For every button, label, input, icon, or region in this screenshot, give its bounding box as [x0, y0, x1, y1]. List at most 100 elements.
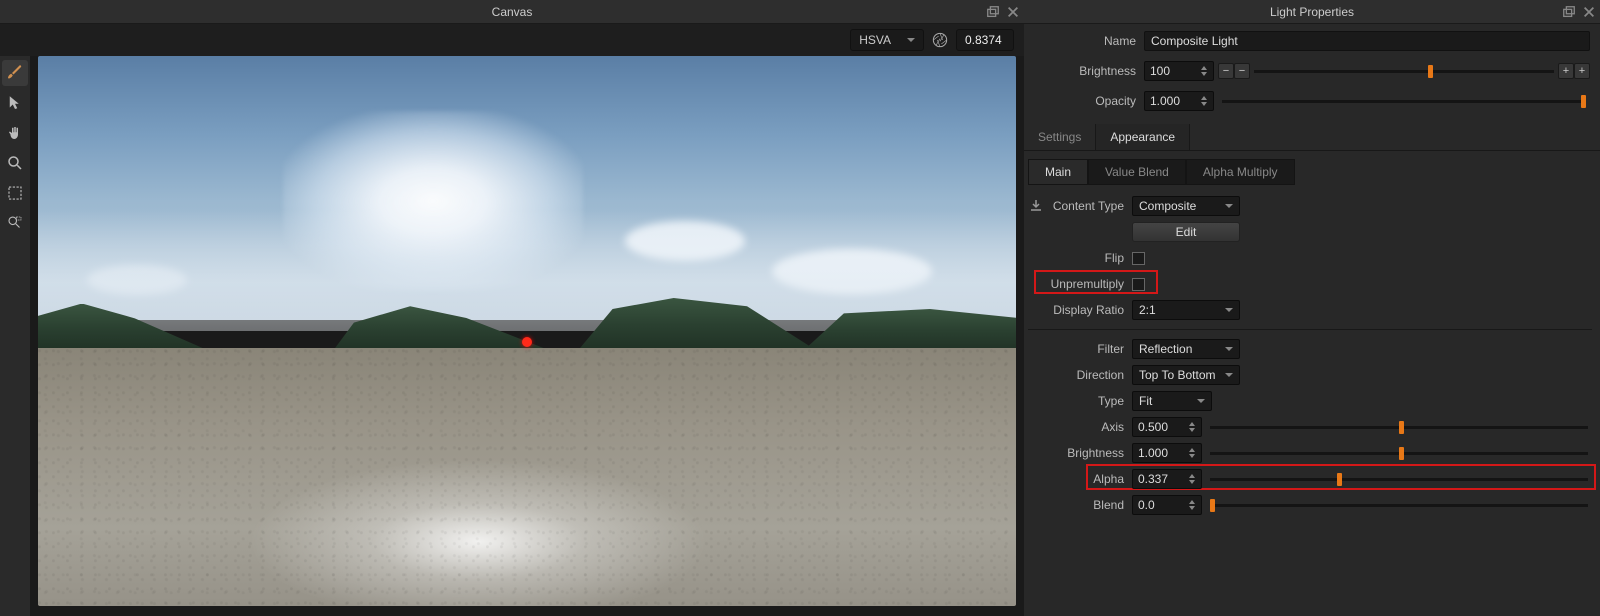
tab-settings[interactable]: Settings — [1024, 124, 1096, 150]
alpha-slider[interactable] — [1210, 478, 1588, 481]
opacity-input[interactable]: 1.000 — [1144, 91, 1214, 111]
properties-header: Light Properties — [1024, 0, 1600, 24]
blend-label: Blend — [1028, 498, 1132, 512]
canvas-body — [0, 56, 1024, 616]
spinner-up-icon[interactable] — [1201, 96, 1207, 100]
spinner-down-icon[interactable] — [1201, 72, 1207, 76]
brightness-label: Brightness — [1034, 64, 1144, 78]
increment-button[interactable]: + — [1558, 63, 1574, 79]
display-ratio-label: Display Ratio — [1028, 303, 1132, 317]
properties-title: Light Properties — [1270, 5, 1354, 19]
opacity-slider[interactable] — [1222, 100, 1586, 103]
zoom-region-tool[interactable] — [2, 210, 28, 236]
property-tabs: Settings Appearance — [1024, 124, 1600, 151]
decrement-button[interactable]: − — [1234, 63, 1250, 79]
exposure-input[interactable]: 0.8374 — [956, 29, 1014, 51]
direction-combo[interactable]: Top To Bottom — [1132, 365, 1240, 385]
exposure-value: 0.8374 — [965, 33, 1002, 47]
properties-panel: Light Properties Name Brightness 100 − −… — [1024, 0, 1600, 616]
colorspace-value: HSVA — [859, 33, 891, 47]
type-combo[interactable]: Fit — [1132, 391, 1212, 411]
edit-button[interactable]: Edit — [1132, 222, 1240, 242]
chevron-down-icon — [1225, 308, 1233, 312]
slider-handle[interactable] — [1428, 65, 1433, 78]
pointer-tool[interactable] — [2, 90, 28, 116]
name-input[interactable] — [1144, 31, 1590, 51]
brightness-input[interactable]: 100 — [1144, 61, 1214, 81]
zoom-tool[interactable] — [2, 150, 28, 176]
tab-appearance[interactable]: Appearance — [1096, 124, 1190, 150]
marquee-tool[interactable] — [2, 180, 28, 206]
brightness2-input[interactable]: 1.000 — [1132, 443, 1202, 463]
tool-strip — [0, 56, 30, 616]
alpha-input[interactable]: 0.337 — [1132, 469, 1202, 489]
spinner-down-icon[interactable] — [1189, 480, 1195, 484]
subtab-main[interactable]: Main — [1028, 159, 1088, 185]
brightness2-label: Brightness — [1028, 446, 1132, 460]
slider-handle[interactable] — [1337, 473, 1342, 486]
main-content: Content Type Composite Edit Flip Unpremu… — [1024, 185, 1600, 518]
slider-handle[interactable] — [1399, 421, 1404, 434]
colorspace-dropdown[interactable]: HSVA — [850, 29, 924, 51]
hand-tool[interactable] — [2, 120, 28, 146]
unpremultiply-label: Unpremultiply — [1028, 277, 1132, 291]
flip-checkbox[interactable] — [1132, 252, 1145, 265]
spinner-down-icon[interactable] — [1189, 454, 1195, 458]
undock-icon[interactable] — [986, 5, 1000, 19]
sun-position-marker[interactable] — [522, 337, 532, 347]
axis-label: Axis — [1028, 420, 1132, 434]
spinner-up-icon[interactable] — [1189, 448, 1195, 452]
brightness2-slider[interactable] — [1210, 452, 1588, 455]
spinner-up-icon[interactable] — [1189, 474, 1195, 478]
subtab-value-blend[interactable]: Value Blend — [1088, 159, 1186, 185]
canvas-header: Canvas — [0, 0, 1024, 24]
opacity-label: Opacity — [1034, 94, 1144, 108]
properties-body: Name Brightness 100 − − + + Opacity 1.00… — [1024, 24, 1600, 118]
axis-input[interactable]: 0.500 — [1132, 417, 1202, 437]
filter-combo[interactable]: Reflection — [1132, 339, 1240, 359]
brush-tool[interactable] — [2, 60, 28, 86]
canvas-title: Canvas — [492, 5, 533, 19]
hdri-preview — [38, 56, 1016, 606]
appearance-subtabs: Main Value Blend Alpha Multiply — [1028, 159, 1600, 185]
name-label: Name — [1034, 34, 1144, 48]
close-icon[interactable] — [1006, 5, 1020, 19]
subtab-alpha-multiply[interactable]: Alpha Multiply — [1186, 159, 1295, 185]
canvas-panel: Canvas HSVA 0.8374 — [0, 0, 1024, 616]
unpremultiply-checkbox[interactable] — [1132, 278, 1145, 291]
chevron-down-icon — [907, 38, 915, 42]
blend-input[interactable]: 0.0 — [1132, 495, 1202, 515]
aperture-icon[interactable] — [932, 32, 948, 48]
display-ratio-combo[interactable]: 2:1 — [1132, 300, 1240, 320]
direction-label: Direction — [1028, 368, 1132, 382]
axis-slider[interactable] — [1210, 426, 1588, 429]
close-icon[interactable] — [1582, 5, 1596, 19]
brightness-slider[interactable] — [1254, 70, 1554, 73]
spinner-down-icon[interactable] — [1189, 506, 1195, 510]
divider — [1028, 329, 1592, 330]
decrement-large-button[interactable]: − — [1218, 63, 1234, 79]
content-type-combo[interactable]: Composite — [1132, 196, 1240, 216]
spinner-down-icon[interactable] — [1189, 428, 1195, 432]
blend-slider[interactable] — [1210, 504, 1588, 507]
chevron-down-icon — [1225, 204, 1233, 208]
spinner-down-icon[interactable] — [1201, 102, 1207, 106]
chevron-down-icon — [1225, 373, 1233, 377]
type-label: Type — [1028, 394, 1132, 408]
increment-large-button[interactable]: + — [1574, 63, 1590, 79]
slider-handle[interactable] — [1210, 499, 1215, 512]
spinner-up-icon[interactable] — [1189, 422, 1195, 426]
spinner-up-icon[interactable] — [1189, 500, 1195, 504]
content-type-label: Content Type — [1050, 199, 1132, 213]
alpha-label: Alpha — [1028, 472, 1132, 486]
canvas-toolbar: HSVA 0.8374 — [0, 24, 1024, 56]
canvas-viewport[interactable] — [30, 56, 1024, 616]
undock-icon[interactable] — [1562, 5, 1576, 19]
import-icon[interactable] — [1028, 198, 1044, 214]
slider-handle[interactable] — [1581, 95, 1586, 108]
filter-label: Filter — [1028, 342, 1132, 356]
chevron-down-icon — [1197, 399, 1205, 403]
chevron-down-icon — [1225, 347, 1233, 351]
slider-handle[interactable] — [1399, 447, 1404, 460]
spinner-up-icon[interactable] — [1201, 66, 1207, 70]
